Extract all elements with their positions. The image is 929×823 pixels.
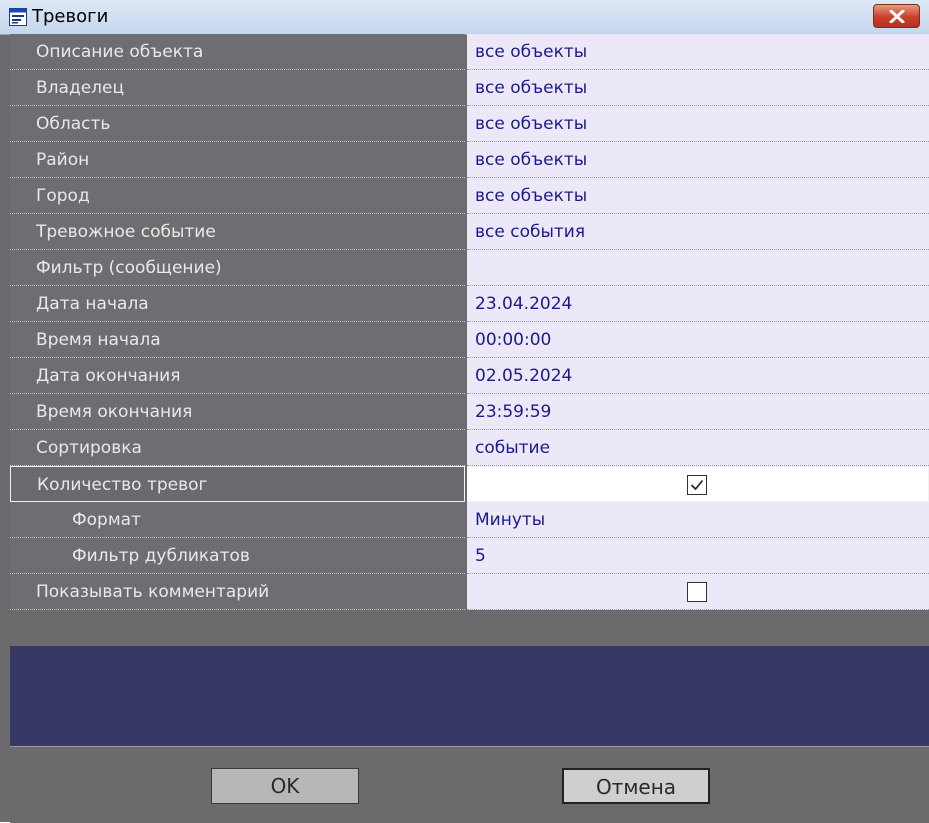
button-bar: OK Отмена: [10, 746, 929, 823]
cancel-button[interactable]: Отмена: [562, 768, 710, 804]
row-value[interactable]: Минуты: [467, 502, 929, 538]
row-duplicate-filter[interactable]: Фильтр дубликатов 5: [10, 538, 929, 574]
show-comment-checkbox[interactable]: [687, 582, 707, 602]
ok-button[interactable]: OK: [211, 768, 359, 804]
close-icon: [889, 10, 905, 23]
row-owner[interactable]: Владелец все объекты: [10, 70, 929, 106]
row-city[interactable]: Город все объекты: [10, 178, 929, 214]
row-label: Район: [10, 142, 465, 178]
alarms-dialog: Тревоги Описание объекта все объекты Вла…: [0, 0, 929, 823]
title-bar: Тревоги: [0, 0, 929, 35]
row-label: Дата начала: [10, 286, 465, 322]
row-region[interactable]: Область все объекты: [10, 106, 929, 142]
row-value[interactable]: все объекты: [467, 178, 929, 214]
row-value[interactable]: 02.05.2024: [467, 358, 929, 394]
row-object-description[interactable]: Описание объекта все объекты: [10, 34, 929, 70]
row-value[interactable]: все объекты: [467, 142, 929, 178]
row-label: Формат: [10, 502, 465, 538]
row-value[interactable]: 23:59:59: [467, 394, 929, 430]
row-alarm-event[interactable]: Тревожное событие все события: [10, 214, 929, 250]
description-panel: [10, 646, 929, 746]
close-button[interactable]: [873, 4, 920, 28]
window-title: Тревоги: [32, 6, 109, 27]
row-value[interactable]: все объекты: [467, 70, 929, 106]
row-label: Время окончания: [10, 394, 465, 430]
row-value[interactable]: событие: [467, 430, 929, 466]
row-value[interactable]: 23.04.2024: [467, 286, 929, 322]
row-value[interactable]: все объекты: [467, 106, 929, 142]
row-district[interactable]: Район все объекты: [10, 142, 929, 178]
row-sorting[interactable]: Сортировка событие: [10, 430, 929, 466]
row-label: Владелец: [10, 70, 465, 106]
row-label: Время начала: [10, 322, 465, 358]
row-label: Описание объекта: [10, 34, 465, 70]
row-value[interactable]: все объекты: [467, 34, 929, 70]
row-label: Тревожное событие: [10, 214, 465, 250]
row-label: Фильтр дубликатов: [10, 538, 465, 574]
row-label: Сортировка: [10, 430, 465, 466]
row-show-comment[interactable]: Показывать комментарий: [10, 574, 929, 610]
row-value[interactable]: [467, 574, 929, 610]
row-label: Область: [10, 106, 465, 142]
row-value[interactable]: 00:00:00: [467, 322, 929, 358]
row-format[interactable]: Формат Минуты: [10, 502, 929, 538]
row-value[interactable]: все события: [467, 214, 929, 250]
row-label: Дата окончания: [10, 358, 465, 394]
row-label: Город: [10, 178, 465, 214]
row-value[interactable]: [467, 466, 929, 502]
row-value[interactable]: 5: [467, 538, 929, 574]
checkmark-icon: [690, 479, 704, 491]
row-end-date[interactable]: Дата окончания 02.05.2024: [10, 358, 929, 394]
row-start-time[interactable]: Время начала 00:00:00: [10, 322, 929, 358]
row-alarm-count[interactable]: Количество тревог: [10, 466, 929, 502]
row-end-time[interactable]: Время окончания 23:59:59: [10, 394, 929, 430]
window-icon: [9, 8, 27, 26]
row-start-date[interactable]: Дата начала 23.04.2024: [10, 286, 929, 322]
row-message-filter[interactable]: Фильтр (сообщение): [10, 250, 929, 286]
alarm-count-checkbox[interactable]: [687, 475, 707, 495]
row-label: Фильтр (сообщение): [10, 250, 465, 286]
row-value[interactable]: [467, 250, 929, 286]
row-label: Показывать комментарий: [10, 574, 465, 610]
row-label: Количество тревог: [10, 466, 465, 502]
property-grid: Описание объекта все объекты Владелец вс…: [10, 34, 929, 610]
